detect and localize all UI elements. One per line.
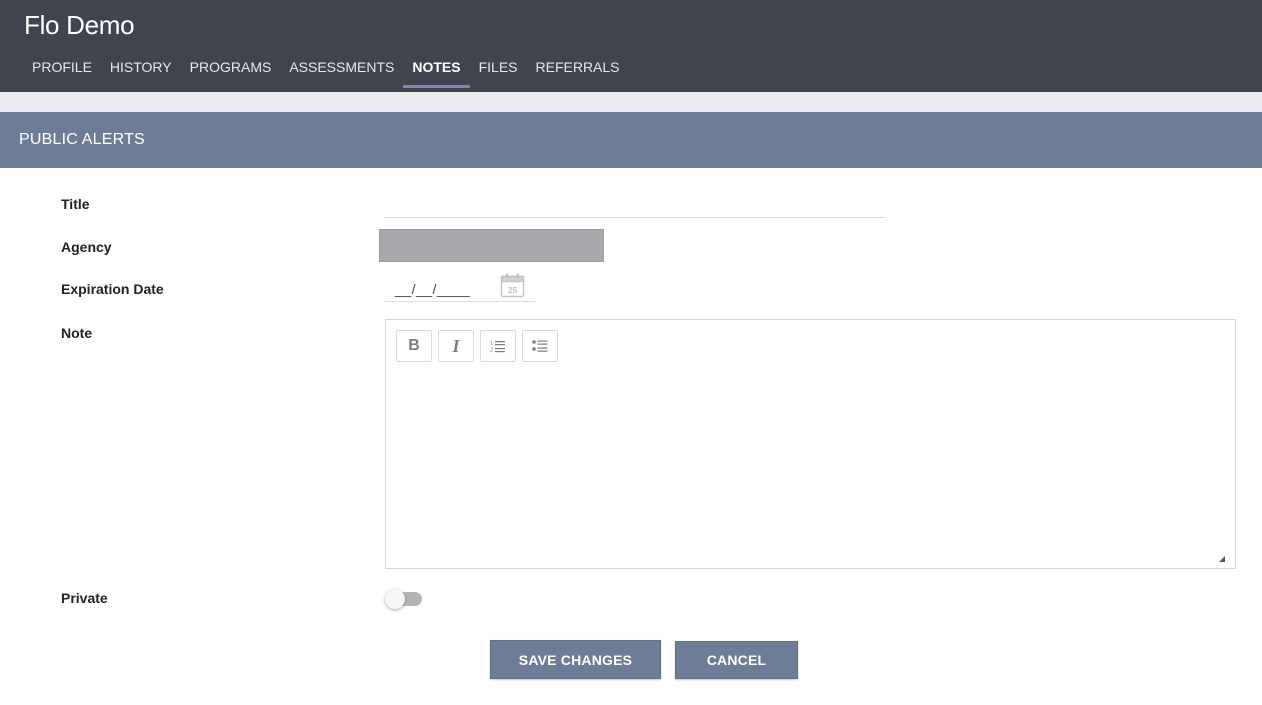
tab-history[interactable]: HISTORY [101, 48, 181, 88]
section-header: PUBLIC ALERTS [0, 112, 1262, 168]
ordered-list-button[interactable]: 1 2 [480, 330, 516, 362]
note-editor[interactable]: B I 1 2 [385, 319, 1236, 569]
editor-resize-handle[interactable] [1219, 556, 1225, 562]
tab-profile[interactable]: PROFILE [23, 48, 101, 88]
bold-icon: B [408, 337, 420, 354]
calendar-icon[interactable]: 25 [500, 273, 525, 298]
svg-text:1: 1 [490, 341, 493, 347]
unordered-list-button[interactable] [522, 330, 558, 362]
tab-notes[interactable]: NOTES [403, 48, 470, 88]
header-spacer [0, 92, 1262, 112]
ordered-list-icon: 1 2 [490, 341, 505, 354]
italic-button[interactable]: I [438, 330, 474, 362]
private-label: Private [61, 590, 108, 606]
toggle-knob [385, 589, 405, 609]
section-title: PUBLIC ALERTS [19, 131, 145, 148]
tab-bar: PROFILE HISTORY PROGRAMS ASSESSMENTS NOT… [23, 48, 629, 92]
expiration-date-label: Expiration Date [61, 281, 164, 297]
tab-assessments[interactable]: ASSESSMENTS [280, 48, 403, 88]
save-changes-button[interactable]: SAVE CHANGES [490, 640, 661, 679]
expiration-date-field[interactable]: __/__/____ 25 [385, 271, 536, 302]
italic-icon: I [452, 335, 460, 356]
agency-select[interactable] [379, 229, 604, 262]
agency-label: Agency [61, 239, 112, 255]
tab-files[interactable]: FILES [470, 48, 527, 88]
note-label: Note [61, 325, 93, 341]
calendar-day-text: 25 [508, 285, 518, 295]
expiration-date-input[interactable]: __/__/____ [395, 281, 470, 297]
tab-programs[interactable]: PROGRAMS [181, 48, 281, 88]
app-title: Flo Demo [24, 10, 135, 40]
private-toggle[interactable] [385, 589, 423, 609]
tab-referrals[interactable]: REFERRALS [527, 48, 629, 88]
top-bar: Flo Demo PROFILE HISTORY PROGRAMS ASSESS… [0, 0, 1262, 92]
title-label: Title [61, 196, 90, 212]
cancel-button[interactable]: CANCEL [675, 641, 798, 679]
title-input[interactable] [384, 192, 885, 218]
unordered-list-icon [532, 340, 548, 352]
bold-button[interactable]: B [396, 330, 432, 362]
svg-text:2: 2 [490, 348, 493, 354]
